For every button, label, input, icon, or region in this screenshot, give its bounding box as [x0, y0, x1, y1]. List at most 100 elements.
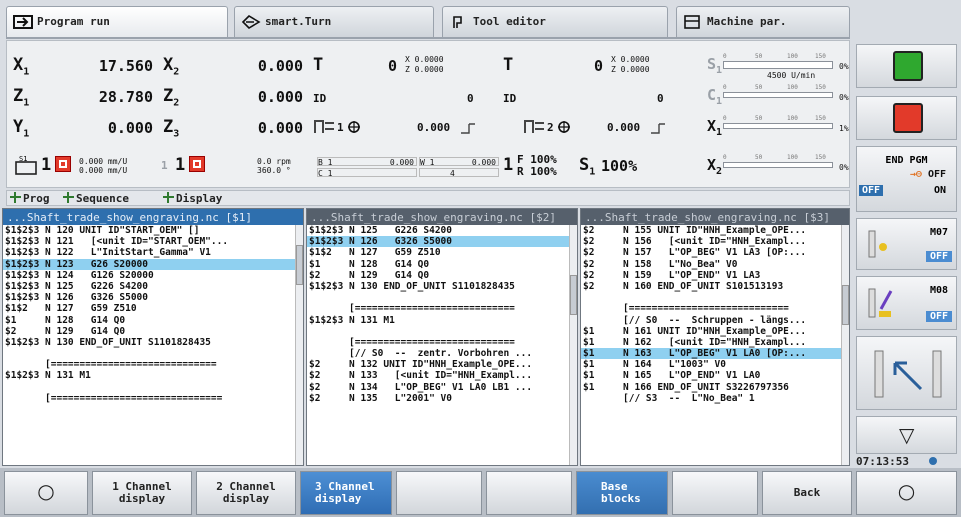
cycle-icon: ○ — [897, 479, 916, 503]
program-line[interactable]: $1$2$3 N 120 UNIT ID"START_OEM" [] — [3, 225, 303, 236]
channel-panel-3[interactable]: ...Shaft_trade_show_engraving.nc [$3] $2… — [580, 208, 850, 466]
softkey-2-channel[interactable]: 2 Channel display — [196, 471, 296, 515]
bar-label-x1: X1 — [707, 117, 723, 138]
scroll-thumb[interactable] — [842, 285, 849, 325]
id-value-1: 0 — [467, 92, 474, 105]
id-label-2: ID — [503, 92, 517, 105]
program-line[interactable]: $1$2$3 N 121 [<unit ID="START_OEM"... — [3, 236, 303, 247]
m08-label: M08 — [929, 285, 948, 296]
program-line[interactable]: $1 N 164 L"1003" V0 — [581, 359, 849, 370]
program-line[interactable]: [// S0 -- Schruppen - längs... — [581, 315, 849, 326]
program-line[interactable] — [581, 292, 849, 303]
program-line[interactable]: $1 N 162 [<unit ID="HNH_Exampl... — [581, 337, 849, 348]
program-line[interactable] — [3, 348, 303, 359]
end-pgm-button[interactable]: END PGM →⊖ OFF OFF ON — [856, 146, 957, 212]
m07-button[interactable]: M07 OFF — [856, 218, 957, 270]
end-pgm-label: END PGM — [885, 155, 928, 166]
load-bar-x1 — [723, 123, 833, 129]
program-line[interactable]: $1$2$3 N 122 L"InitStart_Gamma" V1 — [3, 247, 303, 258]
feed-nominal-1: 0.000 mm/U — [79, 166, 128, 175]
program-line[interactable]: [// S0 -- zentr. Vorbohren ... — [307, 348, 577, 359]
program-line[interactable] — [3, 382, 303, 393]
tool-position-button[interactable] — [856, 336, 957, 410]
scrollbar-2[interactable] — [569, 225, 577, 465]
channel-panel-1[interactable]: ...Shaft_trade_show_engraving.nc [$1] $1… — [2, 208, 304, 466]
softkey-back[interactable]: Back — [762, 471, 852, 515]
program-line[interactable]: $2 N 158 L"No_Bea" V0 — [581, 259, 849, 270]
softkey-1-channel[interactable]: 1 Channel display — [92, 471, 192, 515]
program-line[interactable]: $1$2$3 N 131 M1 — [307, 315, 577, 326]
program-line[interactable]: $1$2$3 N 125 G226 S4200 — [3, 281, 303, 292]
softkey-switch-left[interactable]: ○ — [4, 471, 88, 515]
program-line-active[interactable]: $1 N 163 L"OP_BEG" V1 LA0 [OP:... — [581, 348, 849, 360]
program-line[interactable]: [// S3 -- L"No_Bea" 1 — [581, 393, 849, 404]
view-display[interactable]: Display — [163, 192, 222, 205]
program-line[interactable]: $1$2$3 N 131 M1 — [3, 370, 303, 381]
scrollbar-3[interactable] — [841, 225, 849, 465]
tab-smart-turn[interactable]: smart.Turn — [234, 6, 434, 38]
tab-tool-editor[interactable]: Tool editor — [442, 6, 668, 38]
program-line[interactable]: $1$2$3 N 130 END_OF_UNIT S1101828435 — [3, 337, 303, 348]
program-line[interactable]: [============================== — [3, 393, 303, 404]
program-line[interactable]: $2 N 129 G14 Q0 — [307, 270, 577, 281]
bar-label-x2: X2 — [707, 156, 723, 177]
softkey-base-blocks[interactable]: Base blocks — [576, 471, 668, 515]
tab-program-run[interactable]: Program run — [6, 6, 228, 38]
spindle-speed-s1: 4500 U/min — [767, 71, 816, 80]
program-line[interactable]: $1 N 128 G14 Q0 — [307, 259, 577, 270]
program-line[interactable]: $2 N 159 L"OP_END" V1 LA3 — [581, 270, 849, 281]
program-line[interactable]: [============================ — [307, 303, 577, 314]
softkey-switch-right[interactable]: ○ — [856, 471, 957, 515]
program-line[interactable]: $2 N 160 END_OF_UNIT S101513193 — [581, 281, 849, 292]
program-line-active[interactable]: $1$2$3 N 126 G326 S5000 — [307, 236, 577, 248]
program-line[interactable]: $2 N 155 UNIT ID"HNH_Example_OPE... — [581, 225, 849, 236]
program-line[interactable]: $1 N 161 UNIT ID"HNH_Example_OPE... — [581, 326, 849, 337]
scroll-down-button[interactable]: ▽ — [856, 416, 957, 454]
nc-stop-button[interactable] — [856, 96, 957, 140]
nc-start-button[interactable] — [856, 44, 957, 88]
bar-pct-x2: 0% — [839, 163, 849, 172]
program-line[interactable]: [============================ — [307, 337, 577, 348]
bar-label-s1: S1 — [707, 55, 723, 76]
softkey-3-channel[interactable]: 3 Channel display — [300, 471, 392, 515]
tab-machine-par[interactable]: Machine par. — [676, 6, 850, 38]
program-line[interactable]: $1$2 N 127 G59 Z510 — [307, 247, 577, 258]
program-line[interactable]: $2 N 156 [<unit ID="HNH_Exampl... — [581, 236, 849, 247]
program-line[interactable] — [307, 326, 577, 337]
channel-panel-2[interactable]: ...Shaft_trade_show_engraving.nc [$2] $1… — [306, 208, 578, 466]
view-sequence[interactable]: Sequence — [63, 192, 129, 205]
program-line[interactable]: $1$2 N 127 G59 Z510 — [3, 303, 303, 314]
program-line[interactable]: $2 N 134 L"OP_BEG" V1 LA0 LB1 ... — [307, 382, 577, 393]
program-line[interactable]: $1 N 128 G14 Q0 — [3, 315, 303, 326]
view-prog[interactable]: Prog — [10, 192, 50, 205]
program-line[interactable]: [============================= — [3, 359, 303, 370]
program-line[interactable]: $1$2$3 N 130 END_OF_UNIT S1101828435 — [307, 281, 577, 292]
scroll-thumb[interactable] — [570, 275, 577, 315]
program-line[interactable]: $2 N 129 G14 Q0 — [3, 326, 303, 337]
softkey-empty-6[interactable] — [486, 471, 572, 515]
program-line[interactable]: $2 N 157 L"OP_BEG" V1 LA3 [OP:... — [581, 247, 849, 258]
program-line[interactable]: $1$2$3 N 124 G126 S20000 — [3, 270, 303, 281]
program-line[interactable]: $2 N 133 [<unit ID="HNH_Exampl... — [307, 370, 577, 381]
tool-offset-z-1: Z 0.0000 — [405, 65, 444, 74]
coolant-icon-m07 — [868, 230, 887, 258]
m08-button[interactable]: M08 OFF — [856, 276, 957, 330]
program-line[interactable] — [307, 292, 577, 303]
vertical-softkeys: END PGM →⊖ OFF OFF ON M07 OFF M08 OFF ▽ — [852, 40, 961, 466]
spindle-index-1: 1 — [337, 121, 344, 134]
scroll-thumb[interactable] — [296, 245, 303, 285]
program-line-active[interactable]: $1$2$3 N 123 G26 S20000 — [3, 258, 303, 270]
program-line[interactable]: $2 N 135 L"2001" V0 — [307, 393, 577, 404]
axis-value-x1: 17.560 — [98, 57, 153, 75]
coolant-icon-m08 — [868, 288, 893, 318]
program-line[interactable]: $2 N 132 UNIT ID"HNH_Example_OPE... — [307, 359, 577, 370]
softkey-empty-8[interactable] — [672, 471, 758, 515]
softkey-empty-5[interactable] — [396, 471, 482, 515]
program-line[interactable]: $1$2$3 N 126 G326 S5000 — [3, 292, 303, 303]
scrollbar-1[interactable] — [295, 225, 303, 465]
program-line[interactable]: $1$2$3 N 125 G226 S4200 — [307, 225, 577, 236]
smart-turn-icon — [241, 15, 261, 29]
program-line[interactable]: $1 N 165 L"OP_END" V1 LA0 — [581, 370, 849, 381]
program-line[interactable]: $1 N 166 END_OF_UNIT S3226797356 — [581, 382, 849, 393]
program-line[interactable]: [============================ — [581, 303, 849, 314]
